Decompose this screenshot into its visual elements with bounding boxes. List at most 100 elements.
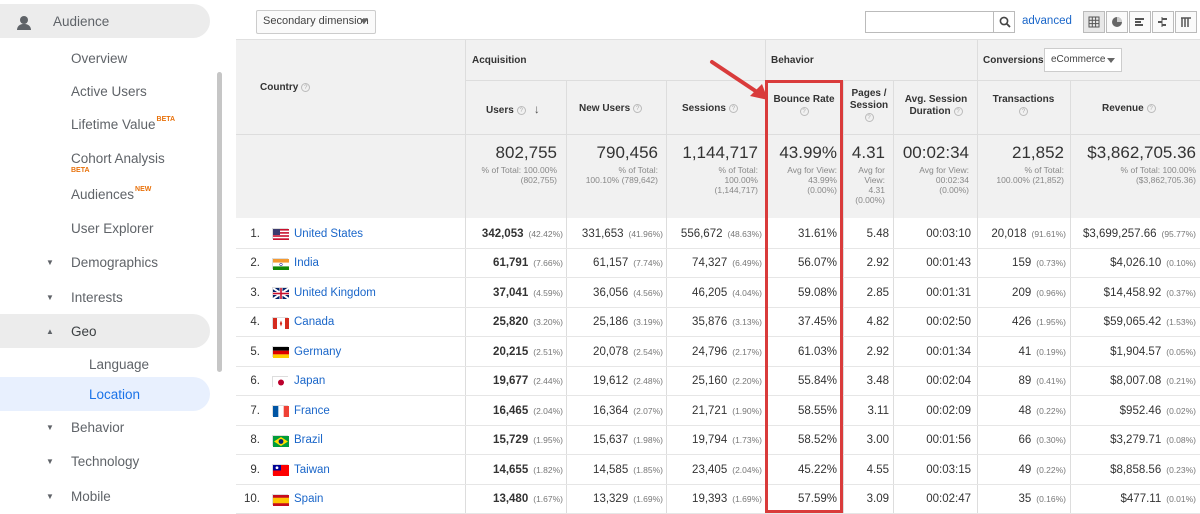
- revenue-cell: $14,458.92 (0.37%): [1070, 278, 1196, 307]
- duration-cell: 00:02:47: [893, 485, 971, 514]
- cell-percent: (7.74%): [633, 258, 663, 268]
- cell-percent: (2.04%): [533, 405, 563, 416]
- country-link[interactable]: Japan: [294, 367, 325, 396]
- sidebar-item-active-users[interactable]: Active Users: [0, 74, 147, 108]
- help-icon[interactable]: ?: [864, 112, 874, 122]
- total-users-note: % of Total: 100.00% (802,755): [481, 165, 557, 185]
- total-pages-session-note: Avg for View: 4.31 (0.00%): [855, 165, 885, 205]
- sidebar-item-user-explorer[interactable]: User Explorer: [0, 211, 154, 245]
- cell-percent: (0.05%): [1166, 346, 1196, 357]
- table-row: 10. Spain 13,480 (1.67%) 13,329 (1.69%) 19,393…: [236, 485, 1200, 514]
- transactions-column-header[interactable]: Transactions?: [981, 94, 1066, 118]
- duration-cell: 00:01:43: [893, 249, 971, 278]
- table-view-button[interactable]: [1083, 11, 1105, 33]
- row-rank: 1.: [250, 227, 260, 240]
- sidebar-item-label: Cohort Analysis: [71, 150, 165, 166]
- cell-value: 00:01:43: [926, 257, 971, 269]
- sidebar-item-overview[interactable]: Overview: [0, 41, 127, 75]
- search-button[interactable]: [993, 11, 1015, 33]
- country-link[interactable]: India: [294, 249, 319, 278]
- duration-cell: 00:01:34: [893, 337, 971, 366]
- secondary-dimension-dropdown[interactable]: Secondary dimension: [256, 10, 376, 34]
- country-flag-icon: [272, 464, 289, 476]
- help-icon[interactable]: ?: [1146, 103, 1156, 113]
- conversions-type-dropdown[interactable]: eCommerce: [1044, 48, 1122, 72]
- cell-value: $8,858.56: [1110, 463, 1162, 476]
- cell-percent: (1.95%): [533, 435, 563, 445]
- users-cell: 20,215 (2.51%): [465, 337, 563, 366]
- sidebar-item-technology[interactable]: ▼ Technology: [0, 444, 210, 478]
- sidebar-item-cohort-analysis[interactable]: Cohort Analysis BETA: [0, 141, 165, 175]
- country-link[interactable]: Taiwan: [294, 455, 330, 484]
- country-flag-icon: [272, 405, 289, 417]
- country-link[interactable]: France: [294, 396, 330, 425]
- sort-descending-icon[interactable]: ↓: [534, 102, 540, 116]
- conversions-type-label: eCommerce: [1051, 54, 1106, 65]
- pages-cell: 2.92: [843, 337, 889, 366]
- sidebar-item-lifetime-value[interactable]: Lifetime Value BETA: [0, 107, 175, 141]
- help-icon[interactable]: ?: [633, 103, 643, 113]
- sidebar-item-geo[interactable]: ▲ Geo: [0, 314, 210, 348]
- pages-cell: 2.92: [843, 249, 889, 278]
- help-icon[interactable]: ?: [953, 106, 963, 116]
- cell-value: 61,157: [593, 257, 629, 269]
- country-link[interactable]: Canada: [294, 308, 334, 337]
- advanced-filter-link[interactable]: advanced: [1022, 15, 1072, 27]
- pivot-view-button[interactable]: [1175, 11, 1197, 33]
- comparison-view-button[interactable]: [1152, 11, 1174, 33]
- row-rank: 8.: [250, 434, 260, 446]
- new-users-cell: 36,056 (4.56%): [566, 278, 663, 307]
- country-link[interactable]: Germany: [294, 337, 341, 366]
- pages-session-column-header[interactable]: Pages / Session?: [844, 88, 894, 124]
- sidebar-item-label: Geo: [71, 323, 97, 339]
- new-users-cell: 16,364 (2.07%): [566, 396, 663, 425]
- row-rank: 9.: [250, 463, 260, 476]
- pages-cell: 5.48: [843, 219, 889, 248]
- country-link[interactable]: United States: [294, 219, 363, 248]
- total-users: 802,755: [495, 143, 557, 162]
- sidebar-item-mobile[interactable]: ▼ Mobile: [0, 479, 210, 513]
- cell-value: $477.11: [1120, 493, 1162, 505]
- pie-view-button[interactable]: [1106, 11, 1128, 33]
- caret-down-icon: ▼: [46, 257, 54, 267]
- sidebar-scrollbar[interactable]: [217, 72, 222, 372]
- cell-value: 159: [1012, 257, 1032, 269]
- sidebar-item-behavior[interactable]: ▼ Behavior: [0, 410, 210, 444]
- users-cell: 13,480 (1.67%): [465, 485, 563, 514]
- sidebar-item-demographics[interactable]: ▼ Demographics: [0, 245, 210, 279]
- country-link[interactable]: Spain: [294, 485, 323, 514]
- help-icon[interactable]: ?: [301, 82, 311, 92]
- avg-session-duration-column-header[interactable]: Avg. Session Duration?: [896, 94, 976, 118]
- sidebar-section-audience[interactable]: Audience: [0, 4, 210, 38]
- new-users-column-header[interactable]: New Users?: [579, 103, 643, 115]
- new-badge: NEW: [135, 185, 152, 193]
- help-icon[interactable]: ?: [1019, 106, 1028, 116]
- cell-percent: (48.63%): [727, 228, 763, 239]
- country-column-header[interactable]: Country?: [260, 82, 311, 94]
- sidebar-item-audiences[interactable]: Audiences NEW: [0, 177, 151, 211]
- help-icon[interactable]: ?: [516, 105, 526, 115]
- cell-value: 00:01:34: [926, 345, 971, 358]
- revenue-column-header[interactable]: Revenue?: [1102, 103, 1156, 115]
- sidebar-item-interests[interactable]: ▼ Interests: [0, 280, 210, 314]
- cell-value: 426: [1012, 316, 1032, 328]
- users-cell: 37,041 (4.59%): [465, 278, 563, 307]
- country-link[interactable]: United Kingdom: [294, 278, 376, 307]
- cell-value: 25,160: [692, 375, 728, 387]
- total-avg-duration: 00:02:34: [902, 143, 969, 162]
- sessions-cell: 19,393 (1.69%): [666, 485, 762, 514]
- cell-percent: (4.04%): [732, 287, 762, 298]
- cell-value: 35: [1018, 493, 1032, 505]
- cell-percent: (3.20%): [533, 317, 563, 327]
- cell-value: $3,279.71: [1110, 434, 1162, 446]
- country-link[interactable]: Brazil: [294, 426, 323, 455]
- sidebar-item-location[interactable]: Location: [0, 377, 210, 411]
- cell-value: 20,078: [593, 345, 629, 358]
- users-column-header[interactable]: Users? ↓: [486, 103, 540, 117]
- performance-view-button[interactable]: [1129, 11, 1151, 33]
- trans-cell: 89 (0.41%): [977, 367, 1066, 396]
- sidebar-item-language[interactable]: Language: [0, 347, 149, 381]
- cell-value: 2.92: [866, 257, 889, 269]
- cell-value: 00:02:04: [926, 375, 971, 387]
- cell-percent: (2.44%): [533, 376, 563, 386]
